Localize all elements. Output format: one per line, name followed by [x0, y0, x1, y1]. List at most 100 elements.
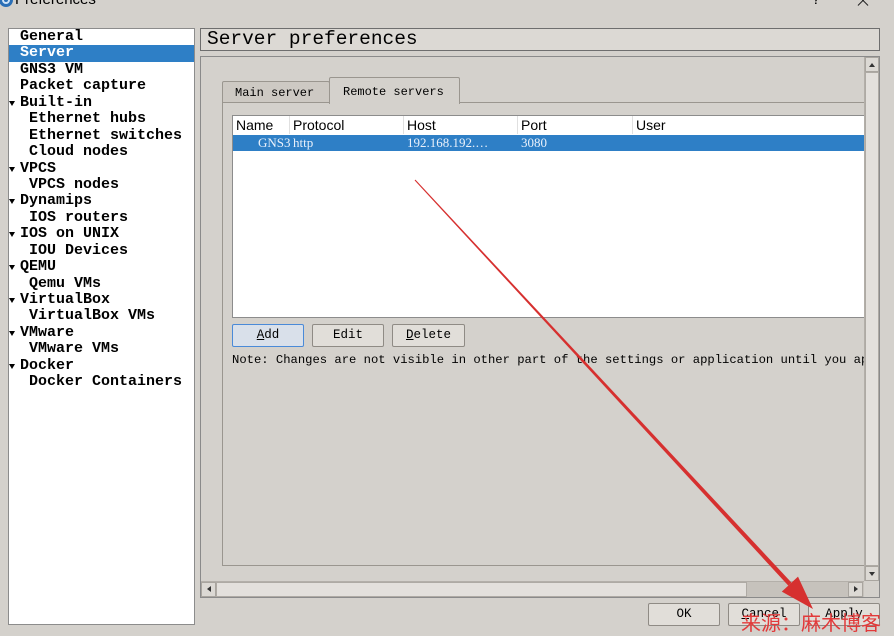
nav-item-vpcs-nodes[interactable]: VPCS nodes — [9, 175, 194, 193]
remote-servers-pane: Name Protocol Host Port User GNS3 http 1… — [222, 102, 864, 566]
nav-item-label: Server — [20, 44, 75, 62]
nav-group-qemu[interactable]: QEMU — [9, 258, 194, 276]
nav-item-virtualbox-vms[interactable]: VirtualBox VMs — [9, 308, 194, 324]
nav-item-label: Docker — [20, 356, 75, 374]
table-cell-name: GNS3 — [258, 135, 290, 150]
preferences-nav-tree: General Server GNS3 VM Packet capture Bu… — [8, 28, 195, 625]
close-button[interactable] — [852, 0, 874, 11]
table-cell-port: 3080 — [521, 135, 547, 150]
expand-arrow-icon[interactable] — [9, 265, 15, 271]
nav-item-label: IOS routers — [29, 208, 129, 226]
nav-item-label: VPCS — [20, 159, 57, 177]
table-row[interactable]: GNS3 http 192.168.192.… 3080 — [233, 135, 864, 151]
nav-item-label: VMware — [20, 323, 75, 341]
nav-item-label: Ethernet switches — [29, 126, 183, 144]
nav-item-label: VirtualBox VMs — [29, 307, 156, 325]
horizontal-scroll-thumb[interactable] — [216, 582, 747, 597]
nav-item-label: Ethernet hubs — [29, 110, 147, 128]
nav-item-packet-capture[interactable]: Packet capture — [9, 78, 194, 94]
delete-server-button[interactable]: Delete — [392, 324, 465, 347]
source-watermark: 来源：麻木博客 — [741, 611, 881, 635]
column-header-host[interactable]: Host — [404, 116, 518, 134]
nav-item-label: QEMU — [20, 258, 57, 276]
nav-item-docker-containers[interactable]: Docker Containers — [9, 373, 194, 391]
expand-arrow-icon[interactable] — [9, 298, 15, 303]
add-server-button[interactable]: Add — [232, 324, 304, 347]
scroll-down-arrow-icon — [868, 571, 875, 576]
expand-arrow-icon[interactable] — [9, 330, 15, 336]
nav-item-label: Qemu VMs — [29, 274, 102, 292]
column-header-user[interactable]: User — [633, 116, 864, 134]
nav-group-vmware[interactable]: VMware — [9, 323, 194, 341]
scroll-up-button[interactable] — [865, 57, 879, 72]
edit-server-button-label: Edit — [332, 328, 363, 342]
scroll-down-button[interactable] — [865, 566, 879, 581]
delete-server-button-label: Delete — [405, 328, 452, 342]
nav-item-gns3-vm[interactable]: GNS3 VM — [9, 60, 194, 78]
expand-arrow-icon[interactable] — [9, 100, 15, 106]
expand-arrow-icon[interactable] — [9, 363, 15, 369]
nav-group-vpcs[interactable]: VPCS — [9, 159, 194, 177]
table-header: Name Protocol Host Port User — [233, 116, 864, 134]
table-cell-user — [633, 135, 864, 151]
nav-item-label: IOS on UNIX — [20, 225, 120, 243]
window-title: Preferences — [15, 0, 96, 11]
nav-item-label: VMware VMs — [29, 340, 120, 358]
table-cell-host: 192.168.192.… — [407, 135, 489, 150]
scroll-left-arrow-icon — [206, 586, 211, 592]
gns3-logo-icon-ring — [2, 0, 10, 4]
nav-item-label: IOU Devices — [29, 241, 129, 259]
ok-button-label: OK — [676, 607, 692, 621]
nav-item-cloud-nodes[interactable]: Cloud nodes — [9, 143, 194, 161]
nav-item-qemu-vms[interactable]: Qemu VMs — [9, 274, 194, 292]
scrollbar-corner — [864, 581, 879, 597]
nav-item-label: Dynamips — [20, 192, 93, 210]
close-icon — [852, 0, 874, 11]
expand-arrow-icon[interactable] — [9, 166, 15, 172]
nav-item-label: VPCS nodes — [29, 175, 120, 193]
scroll-left-button[interactable] — [201, 582, 216, 597]
vertical-scrollbar[interactable] — [864, 57, 879, 581]
settings-note: Note: Changes are not visible in other p… — [232, 353, 864, 367]
scroll-right-button[interactable] — [848, 582, 863, 597]
nav-group-built-in[interactable]: Built-in — [9, 93, 194, 111]
expand-arrow-icon[interactable] — [9, 199, 15, 205]
nav-item-server[interactable]: Server — [9, 44, 194, 62]
remote-servers-table[interactable]: Name Protocol Host Port User GNS3 http 1… — [232, 115, 864, 318]
add-server-button-label: Add — [256, 328, 280, 342]
nav-group-virtualbox[interactable]: VirtualBox — [9, 291, 194, 308]
nav-item-label: Built-in — [20, 93, 93, 111]
help-button[interactable]: ? — [806, 0, 826, 11]
page-title: Server preferences — [200, 28, 880, 51]
nav-item-label: General — [20, 28, 84, 45]
horizontal-scrollbar[interactable] — [201, 581, 864, 597]
nav-item-vmware-vms[interactable]: VMware VMs — [9, 341, 194, 357]
scroll-up-arrow-icon — [868, 62, 875, 67]
scroll-right-arrow-icon — [853, 586, 858, 592]
nav-group-ios-on-unix[interactable]: IOS on UNIX — [9, 226, 194, 242]
expand-arrow-icon[interactable] — [9, 232, 15, 238]
column-header-name[interactable]: Name — [233, 116, 290, 134]
nav-item-label: GNS3 VM — [20, 60, 84, 78]
column-header-protocol[interactable]: Protocol — [290, 116, 404, 134]
nav-group-dynamips[interactable]: Dynamips — [9, 193, 194, 209]
nav-item-ethernet-switches[interactable]: Ethernet switches — [9, 126, 194, 144]
gns3-logo-icon — [0, 0, 13, 7]
nav-item-label: VirtualBox — [20, 291, 111, 308]
column-header-port[interactable]: Port — [518, 116, 633, 134]
nav-group-docker[interactable]: Docker — [9, 356, 194, 374]
ok-button[interactable]: OK — [648, 603, 720, 626]
nav-item-ios-routers[interactable]: IOS routers — [9, 208, 194, 226]
tab-main-server[interactable]: Main server — [222, 81, 330, 103]
edit-server-button[interactable]: Edit — [312, 324, 384, 347]
title-bar: Preferences ? — [0, 0, 894, 11]
nav-item-label: Docker Containers — [29, 373, 183, 391]
nav-item-label: Packet capture — [20, 77, 147, 95]
nav-item-label: Cloud nodes — [29, 143, 129, 161]
nav-item-general[interactable]: General — [9, 29, 194, 45]
vertical-scroll-thumb[interactable] — [865, 72, 879, 566]
preferences-scroll-area: Main server Remote servers Name Protocol… — [200, 56, 880, 598]
nav-item-iou-devices[interactable]: IOU Devices — [9, 241, 194, 259]
tab-remote-servers[interactable]: Remote servers — [329, 77, 460, 104]
nav-item-ethernet-hubs[interactable]: Ethernet hubs — [9, 110, 194, 128]
